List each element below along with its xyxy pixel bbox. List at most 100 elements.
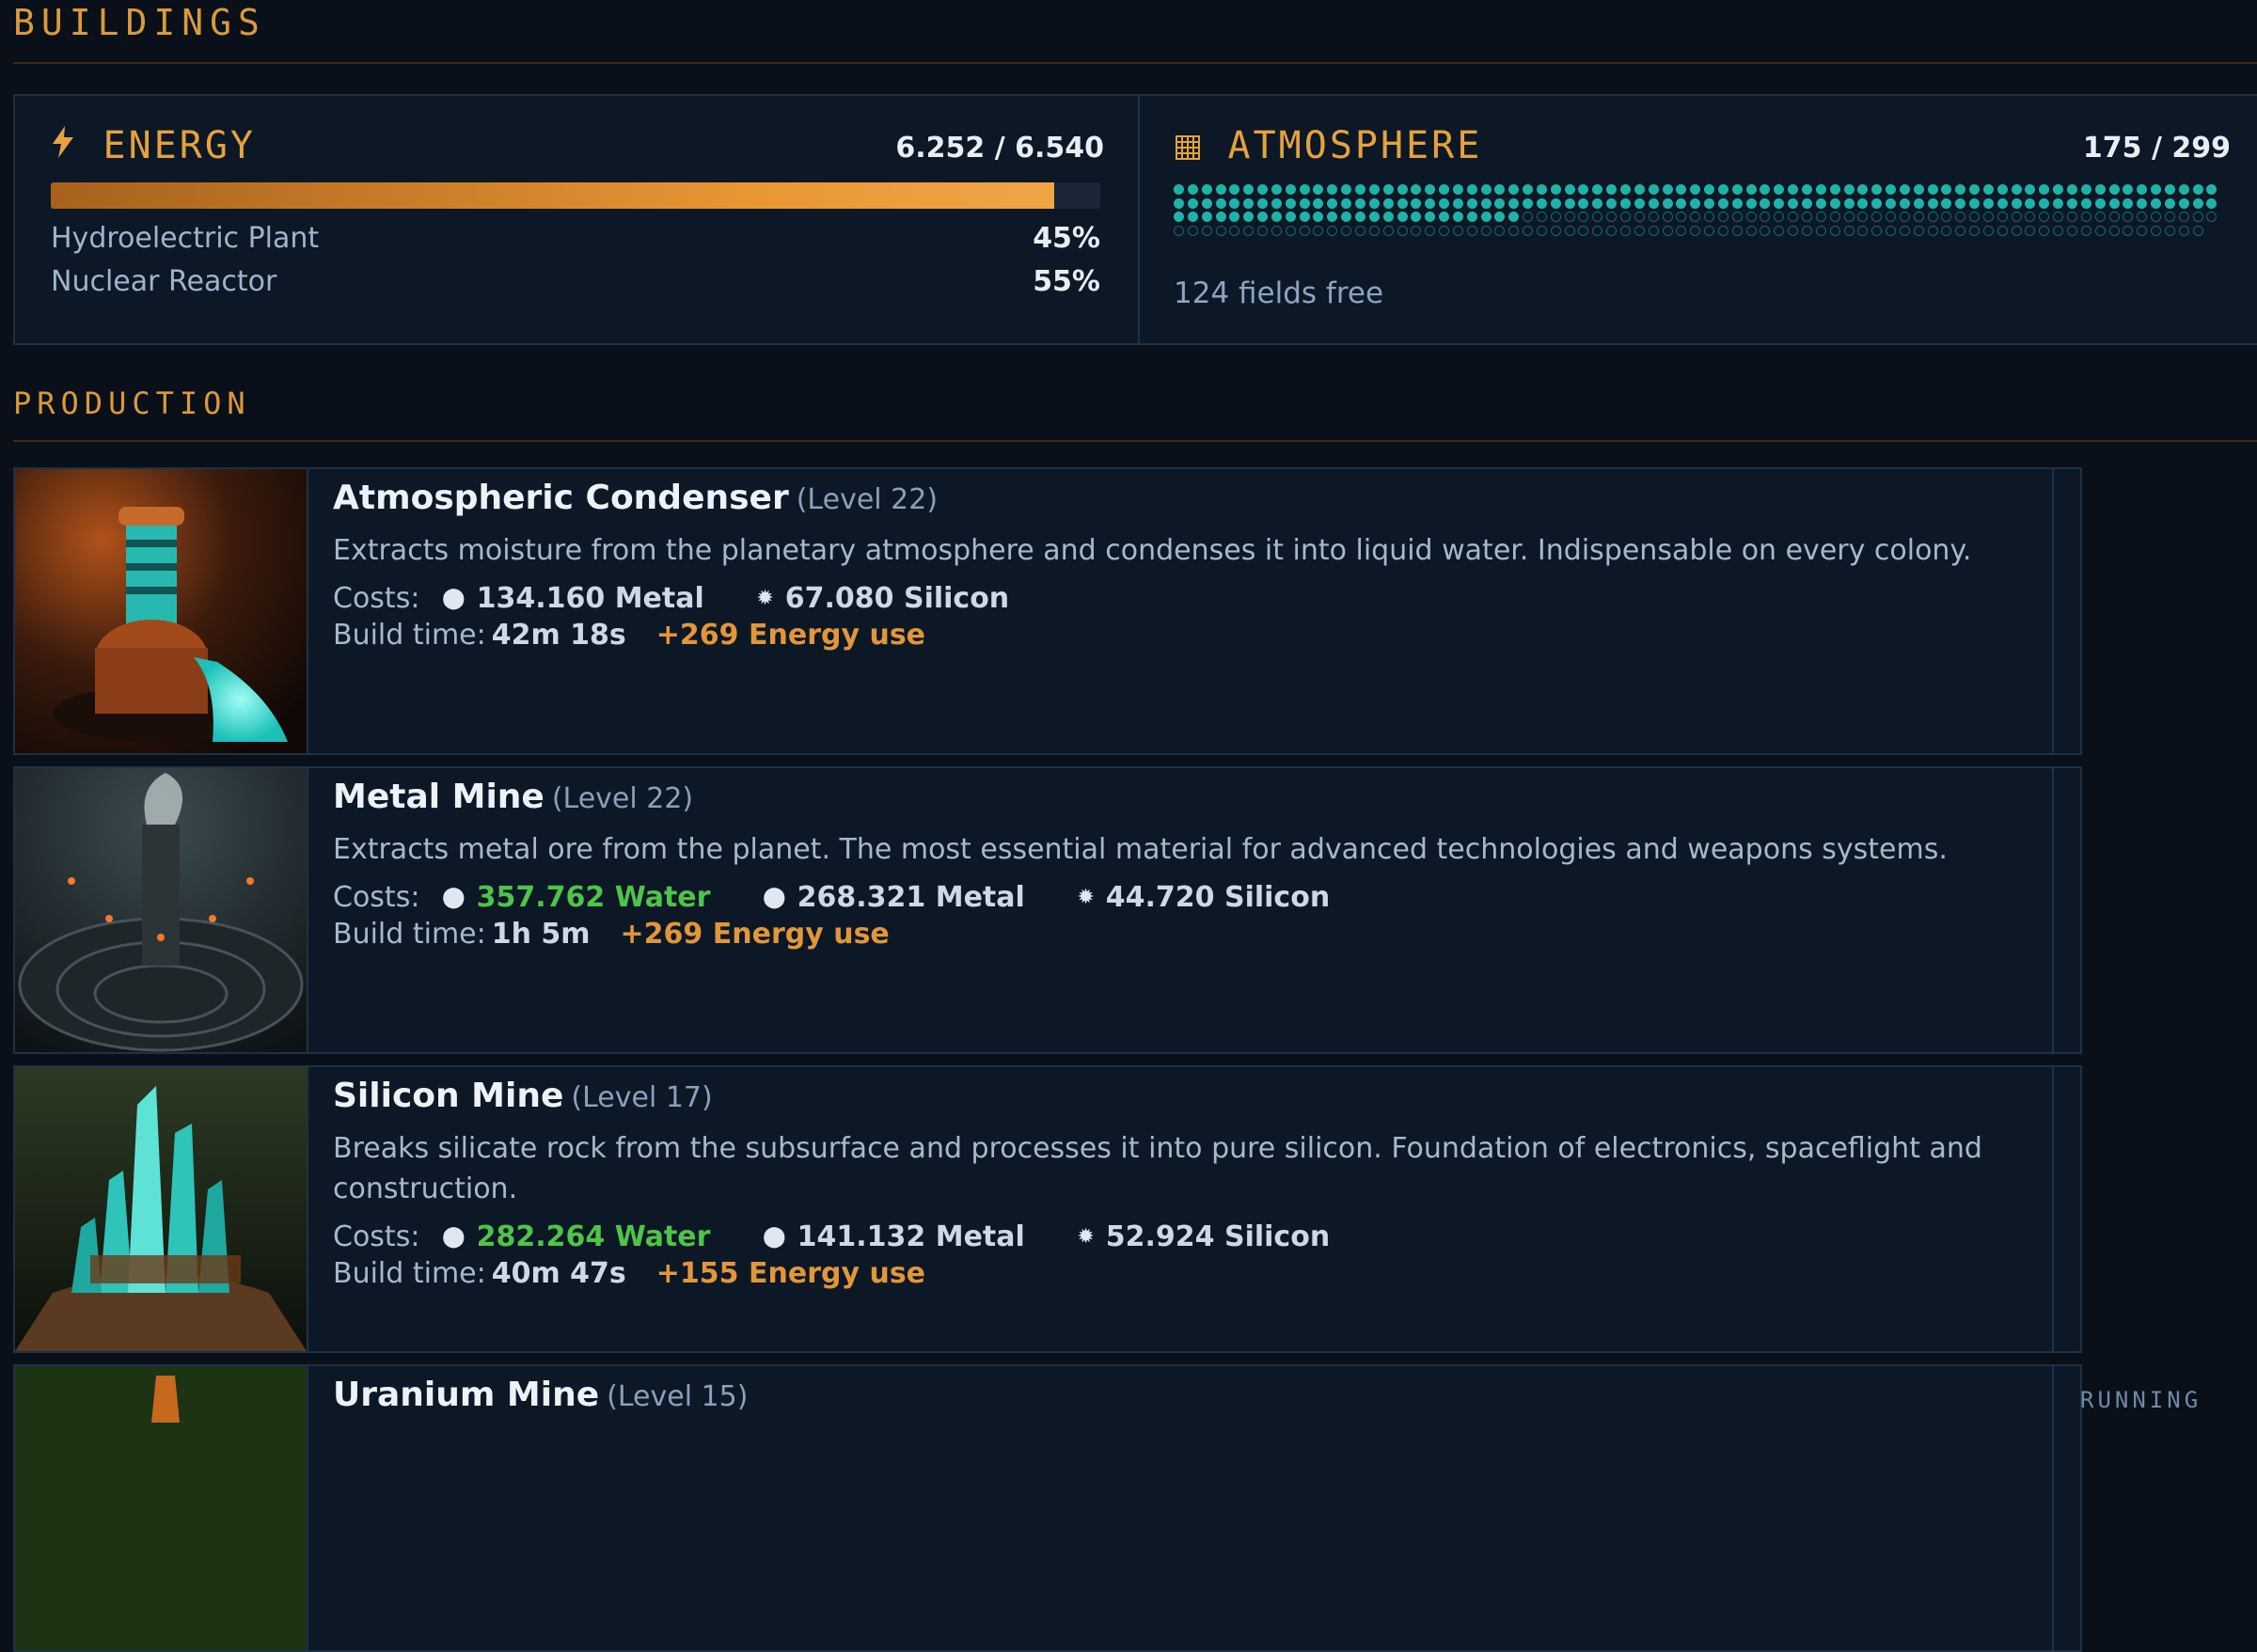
field-used: [1969, 197, 1981, 209]
field-used: [1243, 212, 1255, 222]
building-description: Breaks silicate rock from the subsurface…: [333, 1132, 1982, 1205]
field-used: [1229, 197, 1240, 209]
field-free: [1662, 225, 1673, 236]
field-used: [1774, 197, 1785, 209]
building-image: [15, 1067, 308, 1351]
building-card-atmospheric-condenser[interactable]: Atmospheric Condenser (Level 22) Extracts…: [13, 467, 2082, 755]
building-image: [15, 469, 308, 753]
energy-use: +155 Energy use: [655, 1257, 926, 1290]
energy-value: 6.252 / 6.540: [895, 132, 1104, 165]
building-name[interactable]: Metal Mine: [333, 778, 545, 816]
field-used: [2192, 184, 2203, 195]
building-level: (Level 22): [551, 782, 694, 815]
field-free: [2123, 212, 2134, 222]
field-used: [1927, 184, 1938, 195]
field-free: [1997, 225, 2008, 236]
field-used: [2067, 197, 2077, 209]
field-used: [1648, 184, 1659, 195]
field-free: [1229, 225, 1240, 236]
field-used: [1201, 197, 1212, 209]
field-used: [2108, 197, 2120, 209]
field-used: [1788, 197, 1799, 209]
field-used: [2137, 184, 2148, 195]
field-free: [1690, 212, 1701, 222]
field-free: [1843, 225, 1855, 236]
energy-source-percent: 55%: [1033, 265, 1100, 298]
field-used: [2137, 197, 2148, 209]
field-used: [1690, 184, 1701, 195]
field-free: [2178, 212, 2189, 222]
building-info: Silicon Mine (Level 17) Breaks silicate r…: [333, 1077, 2035, 1290]
field-free: [1508, 225, 1520, 236]
field-used: [1439, 197, 1450, 209]
field-used: [1788, 184, 1799, 195]
field-free: [1829, 225, 1840, 236]
building-card-silicon-mine[interactable]: Silicon Mine (Level 17) Breaks silicate r…: [13, 1065, 2082, 1353]
field-free: [1717, 225, 1728, 236]
field-used: [1439, 212, 1450, 222]
field-free: [1494, 225, 1506, 236]
building-name[interactable]: Atmospheric Condenser: [333, 479, 789, 517]
field-used: [1969, 184, 1981, 195]
building-card-metal-mine[interactable]: Metal Mine (Level 22) Extracts metal ore …: [13, 766, 2082, 1054]
building-level: (Level 17): [571, 1081, 713, 1114]
field-free: [2025, 225, 2036, 236]
metal-icon: ⬤: [763, 1225, 786, 1249]
field-used: [1606, 197, 1618, 209]
field-used: [1466, 212, 1477, 222]
field-used: [1299, 212, 1310, 222]
field-used: [1243, 197, 1255, 209]
field-used: [1620, 197, 1631, 209]
field-used: [1886, 197, 1897, 209]
field-used: [1731, 184, 1743, 195]
building-name[interactable]: Silicon Mine: [333, 1077, 563, 1115]
field-used: [1215, 197, 1226, 209]
field-used: [1341, 212, 1352, 222]
building-costs: Costs: ⬤ 134.160 Metal ✹ 67.080 Silicon: [333, 582, 2035, 615]
field-used: [1452, 184, 1463, 195]
build-time-value: 1h 5m: [491, 918, 591, 951]
field-free: [1801, 212, 1812, 222]
field-free: [1774, 212, 1785, 222]
field-free: [1941, 212, 1952, 222]
field-free: [1564, 225, 1575, 236]
field-used: [1815, 197, 1826, 209]
field-used: [2192, 197, 2203, 209]
field-free: [1564, 212, 1575, 222]
field-used: [1829, 197, 1840, 209]
field-used: [1927, 197, 1938, 209]
field-used: [1899, 184, 1910, 195]
field-used: [1327, 184, 1338, 195]
field-free: [1648, 225, 1659, 236]
field-used: [1550, 184, 1561, 195]
field-free: [1174, 225, 1184, 236]
field-used: [1397, 197, 1408, 209]
field-used: [1704, 184, 1715, 195]
field-used: [1508, 197, 1520, 209]
field-free: [2164, 225, 2175, 236]
field-free: [1955, 225, 1966, 236]
field-used: [1411, 212, 1422, 222]
field-used: [1536, 197, 1547, 209]
field-used: [1843, 197, 1855, 209]
field-used: [2080, 197, 2091, 209]
field-used: [1886, 184, 1897, 195]
building-card-uranium-mine[interactable]: Uranium Mine (Level 15) RUNNING: [13, 1364, 2198, 1652]
field-used: [1187, 197, 1198, 209]
field-used: [2206, 184, 2218, 195]
field-free: [1592, 212, 1603, 222]
field-free: [1327, 225, 1338, 236]
field-used: [1411, 184, 1422, 195]
field-free: [2206, 212, 2218, 222]
field-used: [1648, 197, 1659, 209]
building-name[interactable]: Uranium Mine: [333, 1376, 599, 1414]
field-free: [2039, 225, 2050, 236]
field-used: [2011, 197, 2022, 209]
field-free: [1634, 225, 1645, 236]
field-free: [1704, 225, 1715, 236]
field-used: [1913, 184, 1924, 195]
field-used: [1243, 184, 1255, 195]
cost-metal: ⬤ 268.321 Metal: [763, 881, 1025, 914]
field-used: [1382, 197, 1394, 209]
field-used: [1271, 184, 1282, 195]
